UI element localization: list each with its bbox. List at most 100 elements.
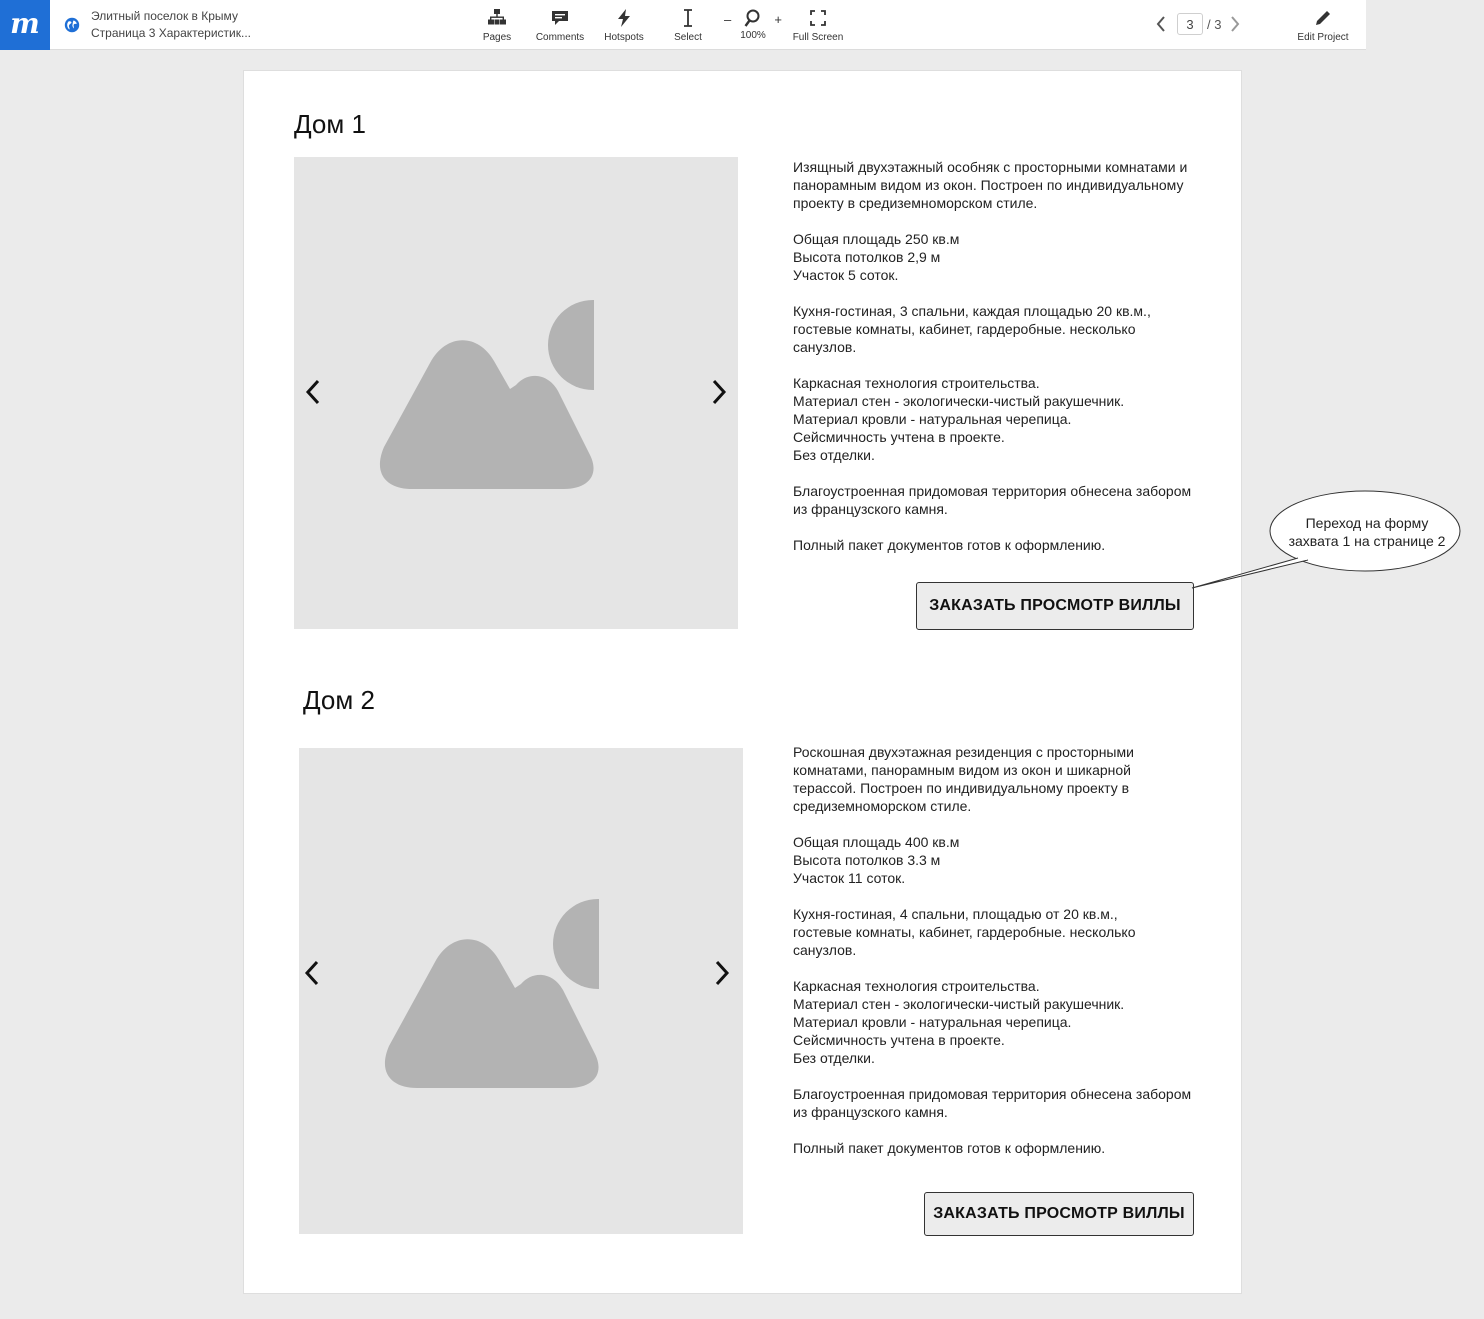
zoom-in-button[interactable]: +	[774, 12, 782, 27]
comments-label: Comments	[535, 32, 585, 43]
text-line: комнатами, панорамным видом из окон и ши…	[793, 762, 1131, 778]
sitemap-icon	[488, 9, 506, 25]
house-1-title: Дом 1	[294, 109, 366, 139]
house-1-rooms: Кухня-гостиная, 3 спальни, каждая площад…	[793, 302, 1213, 356]
house-2-next-image[interactable]	[710, 958, 734, 988]
text-line: Изящный двухэтажный особняк с просторным…	[793, 159, 1188, 175]
toolbar-edge	[1366, 0, 1484, 50]
prev-page-button[interactable]	[1153, 13, 1169, 35]
text-line: Без отделки.	[793, 1050, 875, 1066]
chevron-right-icon	[715, 960, 730, 986]
house-2-construction: Каркасная технология строительства. Мате…	[793, 977, 1213, 1067]
text-line: гостевые комнаты, кабинет, гардеробные. …	[793, 924, 1136, 940]
text-line: Участок 11 соток.	[793, 870, 906, 886]
house-1-construction: Каркасная технология строительства. Мате…	[793, 374, 1213, 464]
house-1-next-image[interactable]	[707, 377, 731, 407]
text-line: Материал кровли - натуральная черепица.	[793, 1014, 1072, 1030]
callout-line: захвата 1 на странице 2	[1288, 533, 1446, 549]
page-canvas: Дом 1 Изящный двухэтажный особняк с прос…	[243, 70, 1242, 1294]
magnifier-icon[interactable]	[744, 9, 762, 29]
text-line: Материал стен - экологически-чистый раку…	[793, 393, 1125, 409]
text-line: Полный пакет документов готов к оформлен…	[793, 537, 1106, 553]
text-line: панорамным видом из окон. Построен по ин…	[793, 177, 1184, 193]
house-2-intro: Роскошная двухэтажная резиденция с прост…	[793, 743, 1213, 815]
text-line: Высота потолков 3.3 м	[793, 852, 941, 868]
house-2-description: Роскошная двухэтажная резиденция с прост…	[793, 743, 1213, 1157]
chevron-left-icon	[1156, 16, 1165, 32]
house-2-prev-image[interactable]	[300, 958, 324, 988]
house-2-docs: Полный пакет документов готов к оформлен…	[793, 1139, 1213, 1157]
project-title: Элитный поселок в Крыму	[91, 9, 238, 23]
moqups-logo-icon[interactable]: m	[0, 0, 50, 50]
pages-button[interactable]: Pages	[477, 8, 517, 43]
zoom-out-button[interactable]: –	[724, 12, 731, 27]
edit-project-button[interactable]: Edit Project	[1292, 8, 1354, 43]
house-1-prev-image[interactable]	[301, 377, 325, 407]
chevron-left-icon	[305, 379, 320, 405]
house-2-rooms: Кухня-гостиная, 4 спальни, площадью от 2…	[793, 905, 1213, 959]
house-2-image-slider	[299, 748, 743, 1234]
text-line: Без отделки.	[793, 447, 875, 463]
select-button[interactable]: Select	[668, 8, 708, 43]
top-toolbar: m Элитный поселок в Крыму Страница 3 Хар…	[0, 0, 1484, 50]
chevron-right-icon	[1231, 16, 1240, 32]
text-line: Кухня-гостиная, 4 спальни, площадью от 2…	[793, 906, 1118, 922]
text-line: гостевые комнаты, кабинет, гардеробные. …	[793, 321, 1136, 337]
text-line: Благоустроенная придомовая территория об…	[793, 1086, 1192, 1102]
text-line: санузлов.	[793, 942, 857, 958]
text-cursor-icon	[684, 9, 692, 27]
globe-icon[interactable]	[64, 17, 80, 33]
house-1-intro: Изящный двухэтажный особняк с просторным…	[793, 158, 1213, 212]
callout-line: Переход на форму	[1305, 515, 1429, 531]
text-line: Сейсмичность учтена в проекте.	[793, 1032, 1005, 1048]
text-line: Высота потолков 2,9 м	[793, 249, 941, 265]
house-1-territory: Благоустроенная придомовая территория об…	[793, 482, 1213, 518]
callout-text: Переход на форму захвата 1 на странице 2	[1276, 514, 1458, 550]
text-line: Кухня-гостиная, 3 спальни, каждая площад…	[793, 303, 1151, 319]
full-screen-label: Full Screen	[792, 32, 844, 43]
page-title: Страница 3 Характеристик...	[91, 26, 252, 40]
text-line: из французского камня.	[793, 501, 948, 517]
comment-icon	[552, 11, 568, 25]
next-page-button[interactable]	[1227, 13, 1243, 35]
text-line: Общая площадь 250 кв.м	[793, 231, 960, 247]
image-placeholder-icon	[384, 899, 599, 1088]
text-line: Сейсмичность учтена в проекте.	[793, 429, 1005, 445]
chevron-right-icon	[712, 379, 727, 405]
text-line: Материал стен - экологически-чистый раку…	[793, 996, 1125, 1012]
text-line: проекту в средиземноморском стиле.	[793, 195, 1038, 211]
house-2-book-viewing-button[interactable]: ЗАКАЗАТЬ ПРОСМОТР ВИЛЛЫ	[924, 1192, 1194, 1236]
pages-label: Pages	[482, 32, 512, 43]
image-placeholder-icon	[379, 300, 594, 489]
text-line: Полный пакет документов готов к оформлен…	[793, 1140, 1106, 1156]
edit-project-label: Edit Project	[1297, 32, 1349, 43]
text-line: Роскошная двухэтажная резиденция с прост…	[793, 744, 1134, 760]
house-1-book-viewing-button[interactable]: ЗАКАЗАТЬ ПРОСМОТР ВИЛЛЫ	[916, 582, 1194, 630]
hotspots-button[interactable]: Hotspots	[602, 8, 646, 43]
text-line: санузлов.	[793, 339, 857, 355]
text-line: Каркасная технология строительства.	[793, 375, 1040, 391]
hotspots-label: Hotspots	[604, 32, 644, 43]
house-2-title: Дом 2	[303, 685, 375, 715]
house-1-image-slider	[294, 157, 738, 629]
expand-icon	[810, 10, 826, 26]
full-screen-button[interactable]: Full Screen	[790, 8, 846, 43]
text-line: терассой. Построен по индивидуальному пр…	[793, 780, 1130, 796]
select-label: Select	[674, 32, 702, 43]
page-number-input[interactable]	[1177, 13, 1203, 35]
lightning-icon	[618, 9, 630, 27]
zoom-control: – + 100%	[724, 8, 782, 41]
house-1-specs: Общая площадь 250 кв.м Высота потолков 2…	[793, 230, 1213, 284]
project-title-block: Элитный поселок в Крыму Страница 3 Харак…	[91, 8, 251, 42]
text-line: Общая площадь 400 кв.м	[793, 834, 960, 850]
chevron-left-icon	[304, 960, 319, 986]
text-line: Материал кровли - натуральная черепица.	[793, 411, 1072, 427]
house-2-territory: Благоустроенная придомовая территория об…	[793, 1085, 1213, 1121]
pencil-icon	[1316, 11, 1330, 25]
text-line: Благоустроенная придомовая территория об…	[793, 483, 1192, 499]
text-line: из французского камня.	[793, 1104, 948, 1120]
zoom-level: 100%	[740, 30, 766, 41]
text-line: Участок 5 соток.	[793, 267, 899, 283]
house-2-specs: Общая площадь 400 кв.м Высота потолков 3…	[793, 833, 1213, 887]
comments-button[interactable]: Comments	[534, 8, 586, 43]
